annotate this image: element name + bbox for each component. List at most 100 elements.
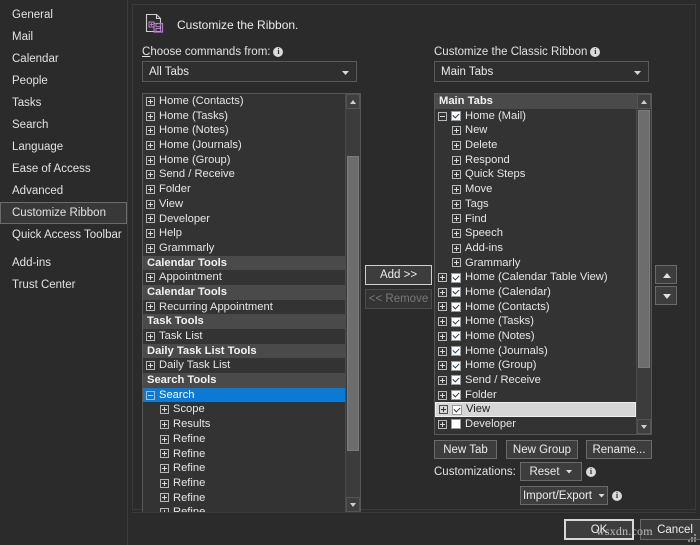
tab-visibility-checkbox[interactable] — [451, 331, 461, 342]
expand-icon[interactable] — [452, 140, 461, 150]
collapse-icon[interactable] — [146, 390, 155, 400]
sidebar-item-trust-center[interactable]: Trust Center — [0, 274, 127, 296]
list-group-header[interactable]: Search Tools — [143, 373, 345, 388]
ribbon-tabs-listbox[interactable]: Main Tabs Home (Mail) New Delete Respond Quic… — [434, 93, 652, 435]
tab-visibility-checkbox[interactable] — [451, 111, 461, 122]
list-item[interactable]: Home (Group) — [143, 153, 345, 168]
move-up-button[interactable] — [655, 265, 677, 284]
left-list-scrollbar[interactable] — [345, 94, 360, 512]
list-item[interactable]: Find — [449, 212, 636, 227]
expand-icon[interactable] — [146, 111, 155, 121]
expand-icon[interactable] — [452, 243, 461, 253]
move-down-button[interactable] — [655, 286, 677, 305]
expand-icon[interactable] — [146, 361, 155, 371]
expand-icon[interactable] — [452, 258, 461, 268]
expand-icon[interactable] — [438, 302, 447, 312]
expand-icon[interactable] — [452, 199, 461, 209]
sidebar-item-ease-of-access[interactable]: Ease of Access — [0, 158, 127, 180]
tab-visibility-checkbox[interactable] — [451, 316, 461, 327]
list-item[interactable]: Speech — [449, 226, 636, 241]
list-item[interactable]: Home (Calendar) — [435, 285, 636, 300]
new-tab-button[interactable]: New Tab — [434, 440, 497, 459]
scroll-up-button[interactable] — [346, 94, 360, 109]
list-item[interactable]: Home (Contacts) — [435, 300, 636, 315]
expand-icon[interactable] — [438, 317, 447, 327]
expand-icon[interactable] — [146, 273, 155, 283]
list-item[interactable]: Home (Contacts) — [143, 94, 345, 109]
list-item[interactable]: Results — [157, 417, 345, 432]
expand-icon[interactable] — [438, 419, 447, 429]
expand-icon[interactable] — [146, 243, 155, 253]
list-item[interactable]: Add-ins — [449, 241, 636, 256]
sidebar-item-add-ins[interactable]: Add-ins — [0, 252, 127, 274]
expand-icon[interactable] — [438, 287, 447, 297]
expand-icon[interactable] — [452, 229, 461, 239]
expand-icon[interactable] — [146, 140, 155, 150]
choose-commands-combo[interactable]: All Tabs — [142, 61, 357, 82]
scrollbar-thumb[interactable] — [347, 156, 359, 451]
list-item[interactable]: Respond — [449, 153, 636, 168]
expand-icon[interactable] — [160, 478, 169, 488]
scroll-up-button[interactable] — [637, 94, 651, 109]
expand-icon[interactable] — [452, 184, 461, 194]
available-commands-list[interactable]: Home (Contacts) Home (Tasks) Home (Notes) H… — [143, 94, 345, 512]
list-item[interactable]: Quick Steps — [449, 167, 636, 182]
add-button[interactable]: Add >> — [365, 265, 432, 285]
expand-icon[interactable] — [146, 331, 155, 341]
tab-visibility-checkbox[interactable] — [451, 390, 461, 401]
list-item[interactable]: Home (Journals) — [143, 138, 345, 153]
list-item[interactable]: Developer — [143, 212, 345, 227]
list-item[interactable]: Home (Group) — [435, 358, 636, 373]
tab-visibility-checkbox[interactable] — [452, 404, 462, 415]
expand-icon[interactable] — [146, 126, 155, 136]
list-item[interactable]: Tags — [449, 197, 636, 212]
reset-split-button[interactable]: Reset — [520, 462, 582, 481]
list-item[interactable]: Delete — [449, 138, 636, 153]
list-item[interactable]: Refine — [157, 491, 345, 506]
expand-icon[interactable] — [439, 405, 448, 415]
right-list-scrollbar[interactable] — [636, 94, 651, 434]
list-item[interactable]: Home (Journals) — [435, 344, 636, 359]
list-item[interactable]: View — [143, 197, 345, 212]
list-item[interactable]: Grammarly — [143, 241, 345, 256]
expand-icon[interactable] — [438, 346, 447, 356]
list-item[interactable]: Appointment — [143, 270, 345, 285]
list-item[interactable]: Home (Notes) — [143, 123, 345, 138]
sidebar-item-mail[interactable]: Mail — [0, 26, 127, 48]
list-item[interactable]: New — [449, 123, 636, 138]
info-icon[interactable]: i — [273, 47, 284, 57]
expand-icon[interactable] — [160, 449, 169, 459]
list-item[interactable]: Home (Tasks) — [143, 109, 345, 124]
sidebar-item-search[interactable]: Search — [0, 114, 127, 136]
resize-grip[interactable] — [687, 533, 697, 543]
expand-icon[interactable] — [146, 302, 155, 312]
list-item[interactable]: Folder — [143, 182, 345, 197]
list-item[interactable]: Home (Mail) — [435, 109, 636, 124]
list-item[interactable]: Developer — [435, 417, 636, 432]
list-group-header[interactable]: Calendar Tools — [143, 255, 345, 271]
list-item[interactable]: Home (Tasks) — [435, 314, 636, 329]
sidebar-item-quick-access-toolbar[interactable]: Quick Access Toolbar — [0, 224, 127, 246]
list-group-header[interactable]: Task Tools — [143, 314, 345, 329]
scroll-down-button[interactable] — [637, 419, 651, 434]
expand-icon[interactable] — [146, 229, 155, 239]
info-icon[interactable]: i — [612, 491, 622, 501]
tab-visibility-checkbox[interactable] — [451, 419, 461, 430]
tab-visibility-checkbox[interactable] — [451, 301, 461, 312]
ok-button[interactable]: OK — [564, 519, 634, 540]
expand-icon[interactable] — [438, 361, 447, 371]
list-item[interactable]: Refine — [157, 447, 345, 462]
expand-icon[interactable] — [452, 170, 461, 180]
expand-icon[interactable] — [160, 493, 169, 503]
list-item[interactable]: Folder — [435, 388, 636, 403]
list-item[interactable]: Refine — [157, 461, 345, 476]
rename-button[interactable]: Rename... — [586, 440, 652, 459]
available-commands-listbox[interactable]: Home (Contacts) Home (Tasks) Home (Notes) H… — [142, 93, 361, 513]
collapse-icon[interactable] — [438, 111, 447, 121]
sidebar-item-calendar[interactable]: Calendar — [0, 48, 127, 70]
expand-icon[interactable] — [438, 331, 447, 341]
list-item[interactable]: Send / Receive — [435, 373, 636, 388]
import-export-split-button[interactable]: Import/Export — [520, 486, 608, 505]
expand-icon[interactable] — [146, 96, 155, 106]
list-item[interactable]: Search — [143, 387, 345, 403]
